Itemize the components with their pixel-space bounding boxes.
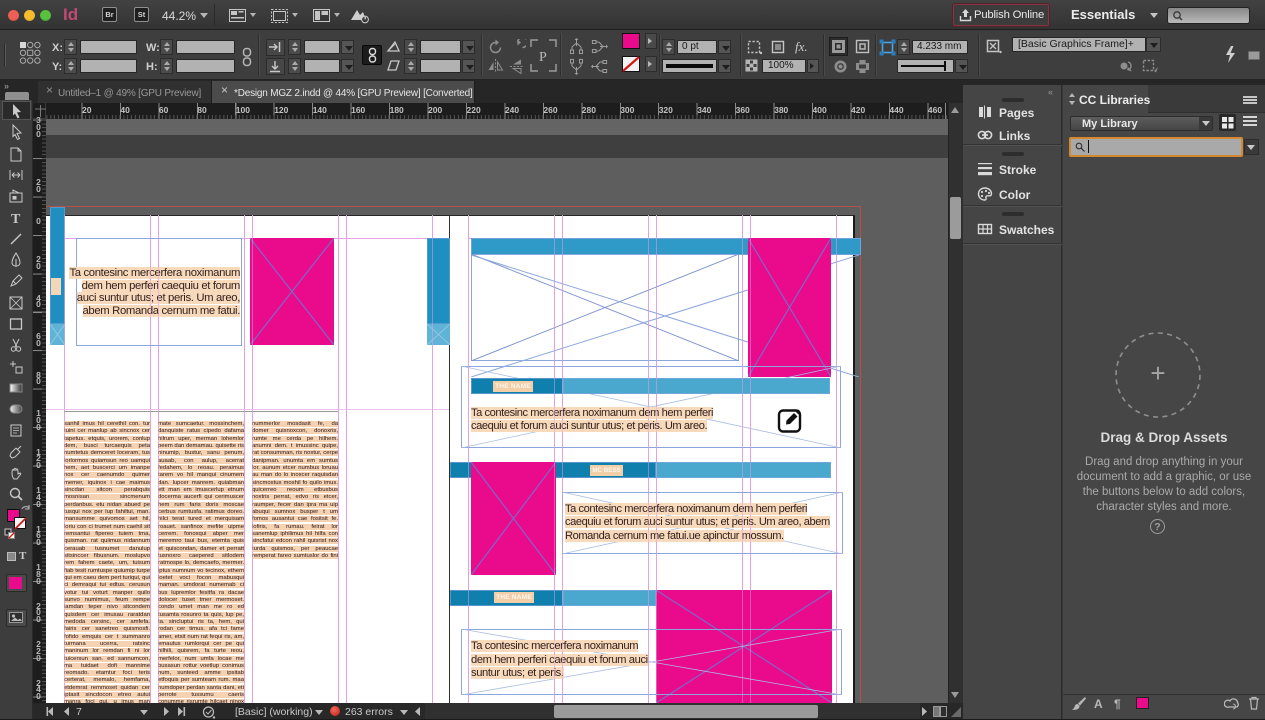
svg-text:P: P: [539, 50, 547, 65]
svg-text:T: T: [11, 212, 21, 226]
